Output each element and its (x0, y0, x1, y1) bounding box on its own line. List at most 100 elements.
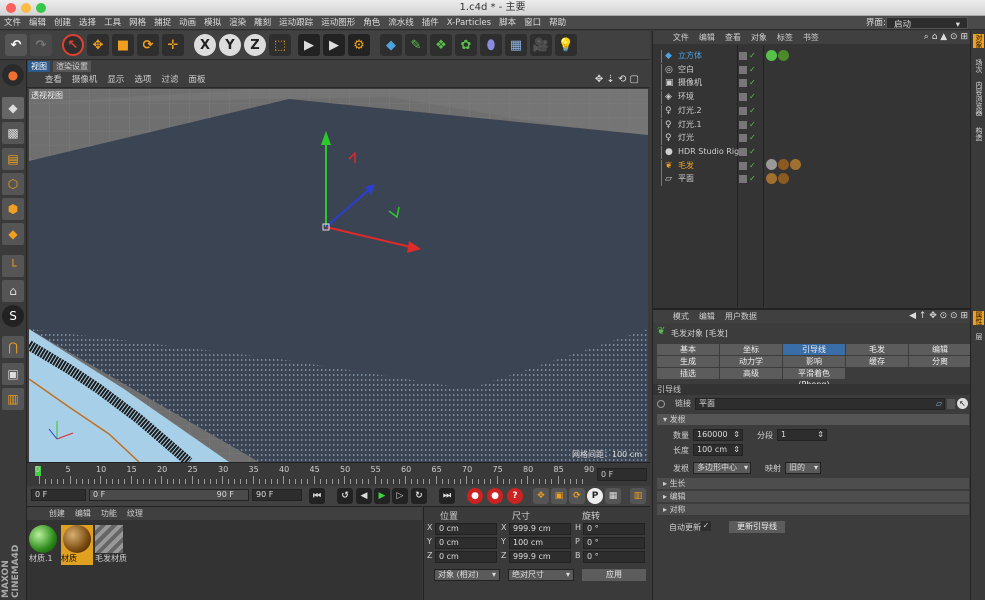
visibility-check-icon[interactable]: ✓ (749, 49, 756, 63)
menu-plugins[interactable]: 插件 (418, 16, 443, 30)
layer-icon[interactable] (739, 161, 747, 170)
layer-icon[interactable] (739, 52, 747, 60)
tweak-mode-button[interactable]: ⌂ (2, 280, 24, 302)
objects-toolbar-icons[interactable]: ⌕ ⌂ ▲ ⊙ ⊞ (924, 31, 968, 44)
menu-create[interactable]: 创建 (50, 16, 75, 30)
size-field[interactable]: 999.9 cm (509, 551, 571, 563)
attr-tab[interactable]: 坐标 (720, 344, 782, 355)
add-cloner-button[interactable]: ✿ (455, 34, 477, 56)
enable-axis-button[interactable]: └ (2, 255, 24, 277)
auto-update-checkbox[interactable]: ✓ (701, 521, 711, 531)
tab-render-settings[interactable]: 渲染设置 (53, 61, 91, 72)
pick-link-icon[interactable]: ↖ (957, 398, 968, 409)
zoom-window-button[interactable] (36, 3, 46, 13)
add-camera-button[interactable]: 🎥 (530, 34, 552, 56)
menu-mesh[interactable]: 网格 (125, 16, 150, 30)
move-tool-button[interactable]: ✥ (87, 34, 109, 56)
menu-edit[interactable]: 编辑 (25, 16, 50, 30)
attr-tab[interactable]: 平滑着色(Phong) (783, 368, 845, 389)
rotation-field[interactable]: 0 ° (583, 523, 645, 535)
menu-x-particles[interactable]: X-Particles (443, 16, 495, 30)
position-field[interactable]: 0 cm (435, 523, 497, 535)
material-tag-icon[interactable] (778, 50, 789, 61)
apply-button[interactable]: 应用 (582, 569, 646, 581)
planar-workplane-button[interactable]: ▥ (2, 388, 24, 410)
roots-section-header[interactable]: ▾ 发根 (657, 414, 969, 425)
make-editable-button[interactable]: ● (2, 64, 24, 86)
link-field[interactable]: 平面 ▱ (695, 398, 945, 410)
current-frame-field[interactable]: 0 F (597, 468, 647, 481)
key-pla-button[interactable]: ▦ (605, 488, 621, 504)
autokey-button[interactable]: ● (487, 488, 503, 504)
menu-simulate[interactable]: 模拟 (200, 16, 225, 30)
lock-workplane-button[interactable]: ▣ (2, 363, 24, 385)
coordinate-mode-dropdown[interactable]: 对象 (相对) ▾ (434, 569, 500, 581)
material-tag-icon[interactable] (766, 173, 777, 184)
symmetry-section-header[interactable]: ▸ 对称 (657, 504, 969, 515)
material-tag-icon[interactable] (778, 159, 789, 170)
add-subdivision-button[interactable]: ❖ (430, 34, 452, 56)
menu-pipeline[interactable]: 流水线 (384, 16, 418, 30)
rotate-tool-button[interactable]: ⟳ (137, 34, 159, 56)
menu-render[interactable]: 渲染 (225, 16, 250, 30)
snap-settings-button[interactable]: ⋂ (2, 336, 24, 358)
objects-menu-file[interactable]: 文件 (668, 31, 694, 44)
material-swatch[interactable]: 材质.1 (29, 525, 59, 565)
layer-icon[interactable] (739, 175, 747, 184)
material-menu-function[interactable]: 功能 (96, 507, 122, 520)
side-tab-layers[interactable]: 层 (973, 333, 984, 340)
recent-tool-button[interactable]: ✛ (162, 34, 184, 56)
key-position-button[interactable]: ✥ (533, 488, 549, 504)
edit-section-header[interactable]: ▸ 编辑 (657, 491, 969, 502)
material-menu-edit[interactable]: 编辑 (70, 507, 96, 520)
prev-key-button[interactable]: ↺ (337, 488, 353, 504)
side-tab-structure[interactable]: 构造 (973, 127, 984, 141)
prev-frame-button[interactable]: ◀ (356, 488, 372, 504)
layer-icon[interactable] (739, 106, 747, 115)
material-menu-texture[interactable]: 纹理 (122, 507, 148, 520)
position-field[interactable]: 0 cm (435, 551, 497, 563)
polygons-mode-button[interactable]: ◆ (2, 223, 24, 245)
minimize-window-button[interactable] (21, 3, 31, 13)
next-frame-button[interactable]: ▷ (392, 488, 408, 504)
object-row[interactable]: ♀ 灯光.1 ✓ (653, 118, 971, 132)
layout-dropdown[interactable]: 启动 ▾ (886, 17, 968, 30)
menu-help[interactable]: 帮助 (545, 16, 570, 30)
add-pen-button[interactable]: ✎ (405, 34, 427, 56)
y-axis-lock-button[interactable]: Y (219, 34, 241, 56)
visibility-check-icon[interactable]: ✓ (749, 104, 756, 118)
material-tag-icon[interactable] (790, 159, 801, 170)
attr-tab[interactable]: 插选 (657, 368, 719, 379)
attr-menu-mode[interactable]: 模式 (668, 310, 694, 323)
menu-character[interactable]: 角色 (359, 16, 384, 30)
layer-icon[interactable] (739, 93, 747, 102)
go-to-end-button[interactable]: ⏭ (439, 488, 455, 504)
perspective-viewport[interactable]: 透视视图 网格间距：100 cm (29, 89, 648, 462)
count-field[interactable]: 160000 ⇕ (693, 429, 743, 441)
object-row[interactable]: ▱ 平面 ✓ (653, 172, 971, 187)
layer-icon[interactable] (739, 65, 747, 74)
visibility-check-icon[interactable]: ✓ (749, 118, 756, 132)
object-row[interactable]: ● HDR Studio Rig ✓ (653, 145, 971, 159)
objects-menu-tags[interactable]: 标签 (772, 31, 798, 44)
close-window-button[interactable] (6, 3, 16, 13)
coordinate-system-button[interactable]: ⬚ (269, 34, 291, 56)
render-view-button[interactable]: ▶ (298, 34, 320, 56)
visibility-check-icon[interactable]: ✓ (749, 76, 756, 90)
tab-viewport[interactable]: 视图 (28, 61, 50, 72)
add-cube-button[interactable]: ◆ (380, 34, 402, 56)
visibility-check-icon[interactable]: ✓ (749, 172, 756, 186)
object-row[interactable]: ♀ 灯光 ✓ (653, 131, 971, 146)
menu-animate[interactable]: 动画 (175, 16, 200, 30)
end-frame-field[interactable]: 90 F (252, 489, 302, 501)
add-floor-button[interactable]: ▦ (505, 34, 527, 56)
frame-range-slider[interactable]: 0 F 90 F (89, 489, 249, 501)
side-tab-content-browser[interactable]: 内容浏览器 (973, 81, 984, 116)
size-field[interactable]: 100 cm (509, 537, 571, 549)
menu-script[interactable]: 脚本 (495, 16, 520, 30)
viewport-menu-options[interactable]: 选项 (129, 72, 156, 88)
material-menu-create[interactable]: 创建 (44, 507, 70, 520)
visibility-check-icon[interactable]: ✓ (749, 63, 756, 77)
viewport-menu-filter[interactable]: 过滤 (156, 72, 183, 88)
workplane-mode-button[interactable]: ▤ (2, 148, 24, 170)
